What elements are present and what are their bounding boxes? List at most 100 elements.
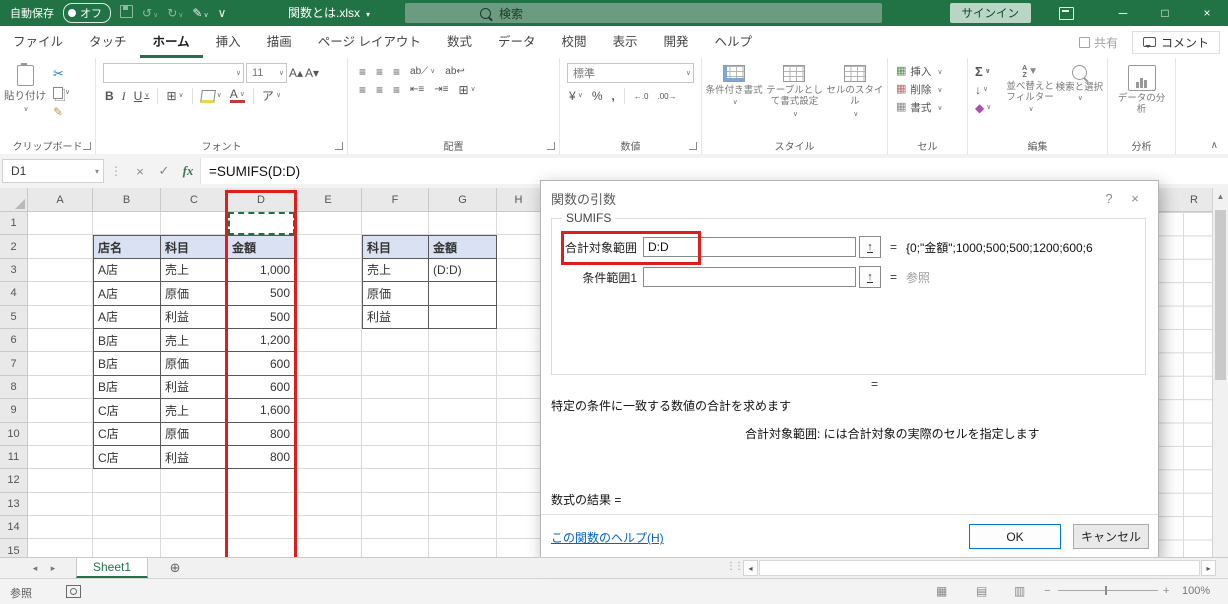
bold-button[interactable]: B [105,89,114,103]
cell-A12[interactable] [28,469,93,492]
fill-down-icon[interactable]: ↓∨ [975,83,1003,97]
cell-D12[interactable] [228,469,295,492]
cell-H1[interactable] [497,212,541,235]
close-button[interactable]: × [1186,6,1228,20]
cell-A10[interactable] [28,423,93,446]
cell-B4[interactable]: A店 [93,282,161,305]
cell-B13[interactable] [93,493,161,516]
cell-F11[interactable] [362,446,429,469]
name-box[interactable]: D1▾ [2,159,104,183]
cell-G9[interactable] [429,399,497,422]
align-top-icon[interactable]: ≡ [359,65,366,79]
cell-E14[interactable] [295,516,362,539]
cell-A7[interactable] [28,352,93,375]
align-left-icon[interactable]: ≡ [359,83,366,97]
undo-icon[interactable]: ↺∨ [142,6,158,20]
cell-C3[interactable]: 売上 [161,259,228,282]
cell-B11[interactable]: C店 [93,446,161,469]
insert-function-icon[interactable]: fx [176,163,200,179]
row-header-3[interactable]: 3 [0,259,28,282]
cell-C4[interactable]: 原価 [161,282,228,305]
cell-C11[interactable]: 利益 [161,446,228,469]
macro-record-icon[interactable] [66,585,81,598]
cell-A11[interactable] [28,446,93,469]
vertical-scroll-thumb[interactable] [1215,210,1226,380]
cell-C8[interactable]: 利益 [161,376,228,399]
cell-B6[interactable]: B店 [93,329,161,352]
cell-G1[interactable] [429,212,497,235]
cancel-entry-icon[interactable]: × [128,164,152,179]
cell-B5[interactable]: A店 [93,306,161,329]
tab-scroll-splitter[interactable]: ⋮⋮ [726,561,742,572]
criteria-range-picker-button[interactable]: ↑ [859,266,881,288]
cell-G5[interactable] [429,306,497,329]
cell-B14[interactable] [93,516,161,539]
cell-F2[interactable]: 科目 [362,235,429,258]
sum-range-input[interactable]: D:D [643,237,856,257]
search-box[interactable]: 検索 [405,3,882,23]
cell-G3[interactable]: (D:D) [429,259,497,282]
cell-F8[interactable] [362,376,429,399]
number-format-select[interactable]: 標準∨ [567,63,694,83]
cell-H14[interactable] [497,516,541,539]
font-color-icon[interactable]: A∨ [230,89,245,103]
cell-D15[interactable] [228,539,295,557]
format-as-table-button[interactable]: テーブルとして書式設定∨ [765,65,823,138]
cell-D3[interactable]: 1,000 [228,259,295,282]
cell-E1[interactable] [295,212,362,235]
cell-G13[interactable] [429,493,497,516]
align-right-icon[interactable]: ≡ [393,83,400,97]
cell-C13[interactable] [161,493,228,516]
align-bottom-icon[interactable]: ≡ [393,65,400,79]
cell-D14[interactable] [228,516,295,539]
cell-D8[interactable]: 600 [228,376,295,399]
cell-D5[interactable]: 500 [228,306,295,329]
cell-F7[interactable] [362,352,429,375]
tab-ホーム[interactable]: ホーム [140,26,203,58]
cell-D11[interactable]: 800 [228,446,295,469]
row-header-5[interactable]: 5 [0,306,28,329]
autosum-icon[interactable]: Σ∨ [975,65,1003,79]
cell-H3[interactable] [497,259,541,282]
wrap-text-icon[interactable]: ab↩ [445,65,465,79]
borders-icon[interactable]: ⊞∨ [166,89,183,103]
select-all-corner[interactable] [0,188,28,212]
cell-E13[interactable] [295,493,362,516]
cell-C10[interactable]: 原価 [161,423,228,446]
cell-F10[interactable] [362,423,429,446]
page-layout-view-icon[interactable]: ▤ [976,584,987,598]
cell-E3[interactable] [295,259,362,282]
maximize-button[interactable]: □ [1144,6,1186,20]
cell-B9[interactable]: C店 [93,399,161,422]
cell-A2[interactable] [28,235,93,258]
tab-校閲[interactable]: 校閲 [548,26,599,58]
cell-A14[interactable] [28,516,93,539]
cell-B1[interactable] [93,212,161,235]
vertical-scrollbar[interactable]: ▲ [1212,188,1228,557]
tab-表示[interactable]: 表示 [599,26,650,58]
cell-F5[interactable]: 利益 [362,306,429,329]
cell-H8[interactable] [497,376,541,399]
cell-G14[interactable] [429,516,497,539]
cell-B8[interactable]: B店 [93,376,161,399]
tab-ヘルプ[interactable]: ヘルプ [702,26,766,58]
fill-color-icon[interactable]: ∨ [201,89,222,103]
cell-F9[interactable] [362,399,429,422]
cell-F4[interactable]: 原価 [362,282,429,305]
cell-E9[interactable] [295,399,362,422]
minimize-button[interactable]: ─ [1102,6,1144,20]
paste-button[interactable]: 貼り付け ∨ [3,61,47,138]
row-header-6[interactable]: 6 [0,329,28,352]
cell-E6[interactable] [295,329,362,352]
cell-D7[interactable]: 600 [228,352,295,375]
tab-タッチ[interactable]: タッチ [76,26,140,58]
cell-D2[interactable]: 金額 [228,235,295,258]
cell-E12[interactable] [295,469,362,492]
col-header-C[interactable]: C [161,188,228,212]
cell-H4[interactable] [497,282,541,305]
customize-toolbar-chevron-icon[interactable]: ∨ [218,6,227,20]
cell-G15[interactable] [429,539,497,557]
font-size-select[interactable]: 11∨ [246,63,287,83]
cell-C15[interactable] [161,539,228,557]
increase-decimal-icon[interactable]: ←.0 [634,92,649,101]
